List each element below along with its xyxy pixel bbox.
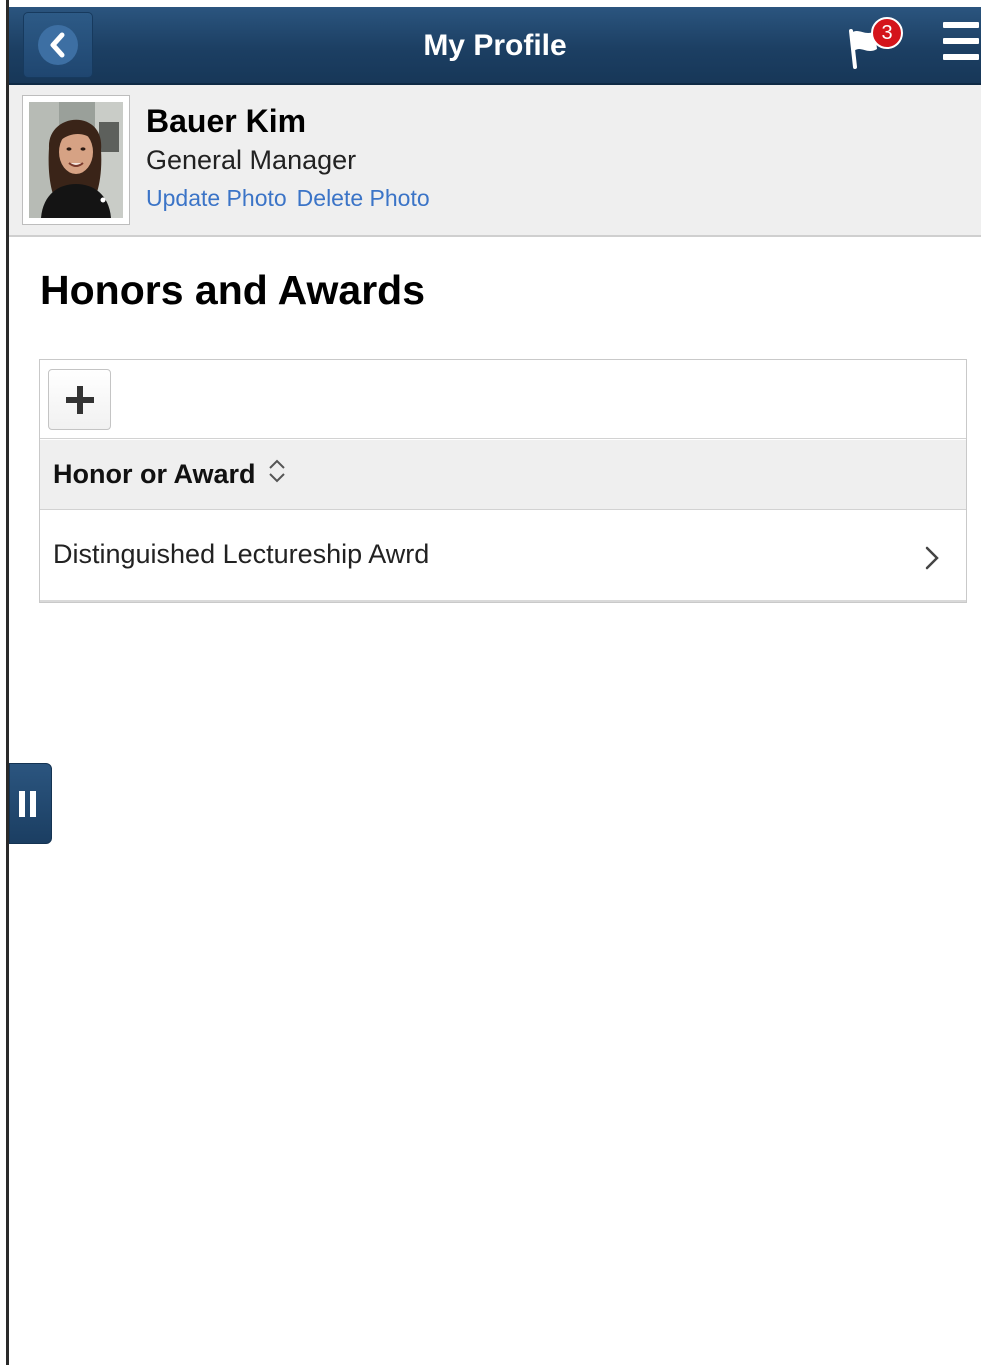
notifications-button[interactable]: 3 bbox=[845, 15, 909, 73]
person-job-title: General Manager bbox=[146, 145, 357, 175]
column-header-label: Honor or Award bbox=[53, 459, 256, 489]
hamburger-icon[interactable] bbox=[939, 22, 979, 64]
pause-bars-icon bbox=[19, 790, 36, 817]
column-header-honor-or-award[interactable]: Honor or Award bbox=[53, 458, 286, 491]
chevron-right-icon bbox=[924, 545, 940, 576]
person-name: Bauer Kim bbox=[146, 103, 307, 139]
honors-awards-grid: Honor or Award Distinguished Lectureship… bbox=[39, 359, 967, 603]
table-row[interactable]: Distinguished Lectureship Awrd bbox=[40, 511, 966, 602]
grid-column-header-row: Honor or Award bbox=[40, 440, 966, 510]
grid-toolbar bbox=[40, 360, 966, 439]
plus-icon bbox=[65, 385, 94, 414]
page-title: Honors and Awards bbox=[40, 267, 426, 313]
header-bar: My Profile 3 bbox=[9, 7, 981, 85]
profile-summary: Bauer Kim General Manager Update Photo De… bbox=[9, 85, 981, 237]
app-window: My Profile 3 Bauer Kim General Manager U… bbox=[0, 0, 981, 1365]
profile-photo bbox=[29, 102, 123, 218]
update-photo-link[interactable]: Update Photo bbox=[146, 185, 287, 211]
page-header-title: My Profile bbox=[423, 29, 567, 62]
notification-count-badge: 3 bbox=[871, 17, 903, 49]
honor-award-name: Distinguished Lectureship Awrd bbox=[53, 539, 430, 569]
avatar[interactable] bbox=[22, 95, 130, 225]
delete-photo-link[interactable]: Delete Photo bbox=[297, 185, 430, 211]
sort-icon bbox=[268, 458, 286, 491]
photo-actions: Update Photo Delete Photo bbox=[146, 185, 440, 212]
add-row-button[interactable] bbox=[48, 369, 111, 430]
side-panel-handle[interactable] bbox=[9, 763, 52, 844]
